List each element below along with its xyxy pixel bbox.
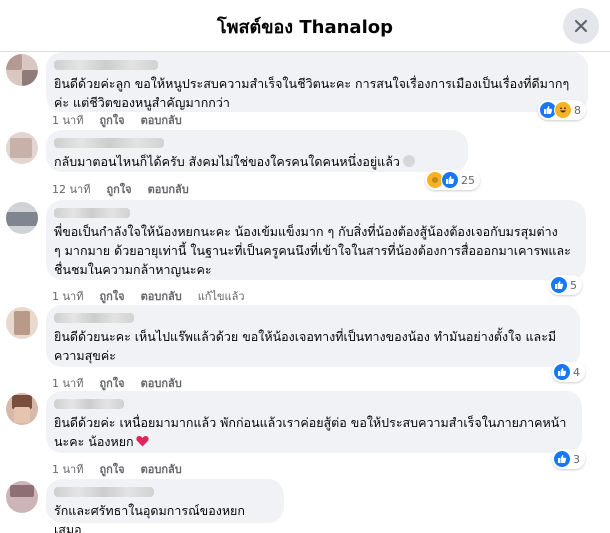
reaction-count: 4 xyxy=(573,365,580,379)
avatar[interactable] xyxy=(6,481,38,513)
commenter-name-blurred[interactable] xyxy=(54,487,154,497)
avatar[interactable] xyxy=(6,393,38,425)
commenter-name-blurred[interactable] xyxy=(54,138,164,148)
like-icon xyxy=(550,276,568,294)
reaction-summary[interactable]: 25 xyxy=(425,170,480,190)
comment-actions: 1 นาที ถูกใจ ตอบกลับ xyxy=(52,374,182,392)
reaction-count: 5 xyxy=(570,278,577,292)
like-icon xyxy=(441,171,459,189)
avatar[interactable] xyxy=(6,54,38,86)
comment-text: ยินดีด้วยนะคะ เห็นไปแร๊พแล้วด้วย ขอให้น้… xyxy=(54,329,557,363)
close-icon xyxy=(574,19,588,33)
comment-bubble: รักและศรัทธาในอุดมการณ์ของหยกเสมอ xyxy=(46,479,284,533)
like-link[interactable]: ถูกใจ xyxy=(99,111,124,129)
reaction-count: 3 xyxy=(573,452,580,466)
reply-link[interactable]: ตอบกลับ xyxy=(141,374,182,392)
like-icon xyxy=(553,363,571,381)
comment-bubble: ยินดีด้วยค่ะ เหนื่อยมามากแล้ว พักก่อนแล้… xyxy=(46,391,582,453)
reply-link[interactable]: ตอบกลับ xyxy=(141,460,182,478)
comment-bubble: กลับมาตอนไหนก็ได้ครับ สังคมไม่ใช่ของใครค… xyxy=(46,130,468,172)
like-link[interactable]: ถูกใจ xyxy=(99,460,124,478)
like-link[interactable]: ถูกใจ xyxy=(99,287,124,305)
comment-text: พี่ขอเป็นกำลังใจให้น้องหยกนะคะ น้องเข้มแ… xyxy=(54,224,571,277)
reply-link[interactable]: ตอบกลับ xyxy=(141,111,182,129)
like-link[interactable]: ถูกใจ xyxy=(99,374,124,392)
comment-text: รักและศรัทธาในอุดมการณ์ของหยกเสมอ xyxy=(54,503,245,533)
comment-text: กลับมาตอนไหนก็ได้ครับ สังคมไม่ใช่ของใครค… xyxy=(54,152,456,171)
comment-text: ยินดีด้วยค่ะลูก ขอให้หนูประสบความสำเร็จใ… xyxy=(54,76,570,110)
commenter-name-blurred[interactable] xyxy=(54,313,134,323)
comment-time[interactable]: 1 นาที xyxy=(52,460,83,478)
red-heart-icon xyxy=(135,436,149,447)
comment-time[interactable]: 1 นาที xyxy=(52,287,83,305)
avatar[interactable] xyxy=(6,132,38,164)
comment-actions: 1 นาที ถูกใจ ตอบกลับ แก้ไขแล้ว xyxy=(52,287,245,305)
comment-bubble: ยินดีด้วยค่ะลูก ขอให้หนูประสบความสำเร็จใ… xyxy=(46,52,588,112)
like-link[interactable]: ถูกใจ xyxy=(106,180,131,198)
comment-text: ยินดีด้วยค่ะ เหนื่อยมามากแล้ว พักก่อนแล้… xyxy=(54,415,567,449)
reply-link[interactable]: ตอบกลับ xyxy=(141,287,182,305)
reply-link[interactable]: ตอบกลับ xyxy=(148,180,189,198)
close-button[interactable] xyxy=(563,8,599,44)
dialog-title: โพสต์ของ Thanalop xyxy=(216,17,393,38)
reaction-summary[interactable]: 5 xyxy=(549,275,582,295)
reaction-count: 25 xyxy=(461,173,475,187)
reaction-count: 8 xyxy=(574,103,581,117)
comment-actions: 1 นาที ถูกใจ ตอบกลับ xyxy=(52,111,182,129)
comment-actions: 1 นาที ถูกใจ ตอบกลับ xyxy=(52,460,182,478)
reaction-summary[interactable]: 3 xyxy=(552,449,585,469)
post-dialog-header: โพสต์ของ Thanalop xyxy=(0,0,610,52)
like-icon xyxy=(553,450,571,468)
comment-bubble: พี่ขอเป็นกำลังใจให้น้องหยกนะคะ น้องเข้มแ… xyxy=(46,200,586,280)
reaction-summary[interactable]: 8 xyxy=(538,100,586,120)
commenter-name-blurred[interactable] xyxy=(54,60,158,70)
reaction-summary[interactable]: 4 xyxy=(552,362,585,382)
avatar[interactable] xyxy=(6,202,38,234)
comment-actions: 12 นาที ถูกใจ ตอบกลับ xyxy=(52,180,189,198)
comment-time[interactable]: 1 นาที xyxy=(52,111,83,129)
haha-icon xyxy=(554,101,572,119)
commenter-name-blurred[interactable] xyxy=(54,208,130,218)
emoji-icon xyxy=(402,155,415,167)
comment-time[interactable]: 12 นาที xyxy=(52,180,90,198)
commenter-name-blurred[interactable] xyxy=(54,399,124,409)
edited-label: แก้ไขแล้ว xyxy=(197,290,245,303)
avatar[interactable] xyxy=(6,307,38,339)
comment-time[interactable]: 1 นาที xyxy=(52,374,83,392)
comment-bubble: ยินดีด้วยนะคะ เห็นไปแร๊พแล้วด้วย ขอให้น้… xyxy=(46,305,580,367)
